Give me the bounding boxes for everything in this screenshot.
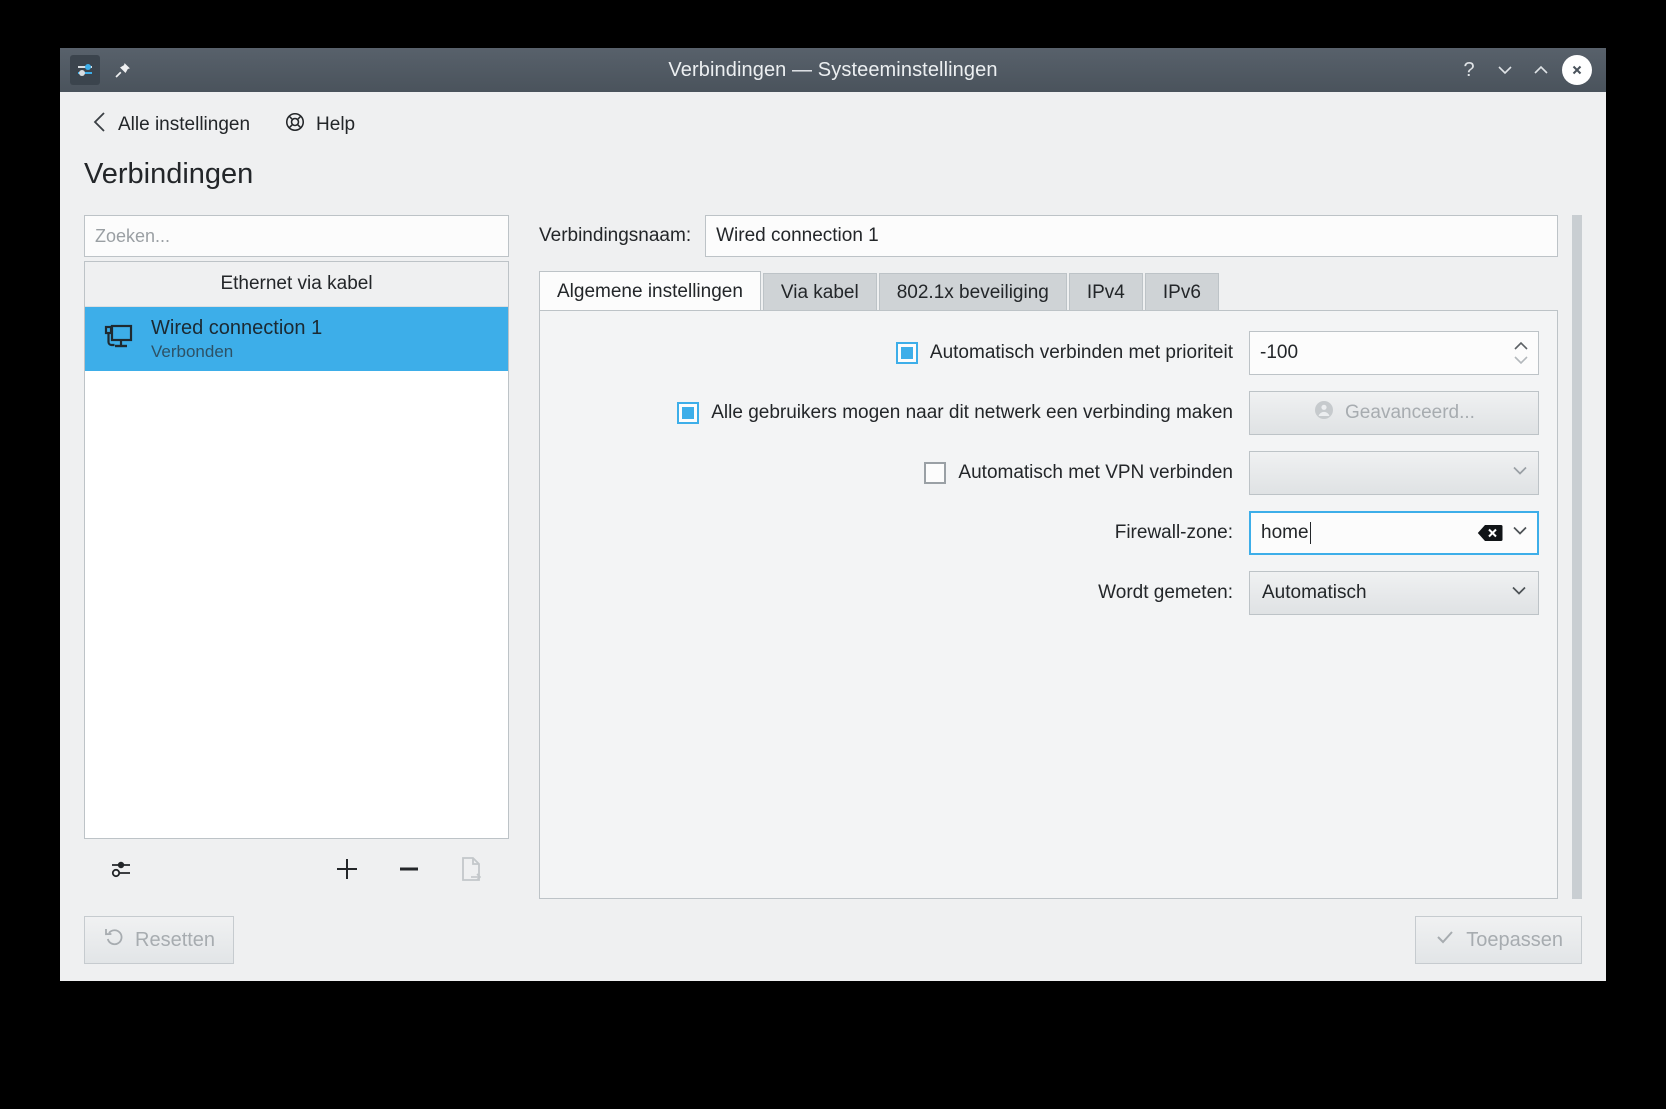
reset-button-label: Resetten [135,928,216,951]
metered-row: Wordt gemeten: Automatisch [558,571,1539,615]
connection-name-label: Verbindingsnaam: [539,225,692,246]
maximize-icon[interactable] [1526,55,1556,85]
export-document-icon [447,847,495,891]
vpn-dropdown [1249,451,1539,495]
help-menu-button[interactable]: Help [276,107,363,143]
sidebar-toolbar [84,839,509,899]
apply-button-label: Toepassen [1466,928,1563,951]
minimize-icon[interactable] [1490,55,1520,85]
vpn-label: Automatisch met VPN verbinden [958,462,1233,483]
metered-dropdown[interactable]: Automatisch [1249,571,1539,615]
text-caret [1309,522,1311,544]
tab-ipv4[interactable]: IPv4 [1068,273,1143,311]
vertical-scrollbar[interactable] [1572,215,1582,899]
tab-bar: Algemene instellingen Via kabel 802.1x b… [539,271,1558,311]
firewall-zone-label: Firewall-zone: [1114,522,1233,543]
settings-sliders-icon [70,55,100,85]
chevron-down-icon [1510,460,1530,486]
lifering-help-icon [284,111,306,139]
user-icon [1313,399,1335,427]
list-item-status: Verbonden [151,342,234,361]
autoconnect-row: Automatisch verbinden met prioriteit -10… [558,331,1539,375]
connection-name-row: Verbindingsnaam: [539,215,1558,257]
list-group-header: Ethernet via kabel [85,262,508,307]
advanced-button: Geavanceerd... [1249,391,1539,435]
scrollbar-thumb[interactable] [1572,215,1582,899]
content-area: Ethernet via kabel Wired connection 1 [60,191,1606,899]
firewall-zone-combobox[interactable]: home [1249,511,1539,555]
connections-sidebar: Ethernet via kabel Wired connection 1 [84,215,509,899]
tab-panel-general: Automatisch verbinden met prioriteit -10… [539,310,1558,899]
breadcrumb: Alle instellingen Help [60,108,1606,142]
priority-value: -100 [1260,342,1299,363]
tab-via-kabel[interactable]: Via kabel [762,273,877,311]
metered-value: Automatisch [1262,582,1367,603]
help-button[interactable]: ? [1454,55,1484,85]
chevron-up-icon [1514,341,1528,350]
check-icon [1434,926,1456,954]
titlebar-left-controls [60,55,136,85]
chevron-down-icon [1508,580,1530,606]
plus-icon[interactable] [323,847,371,891]
all-users-row: Alle gebruikers mogen naar dit netwerk e… [558,391,1539,435]
search-input[interactable] [84,215,509,257]
tab-ipv6[interactable]: IPv6 [1144,273,1219,311]
autoconnect-label: Automatisch verbinden met prioriteit [929,342,1233,363]
page-title: Verbindingen [84,158,254,190]
autoconnect-checkbox[interactable] [895,342,918,364]
close-icon[interactable] [1562,55,1592,85]
back-to-all-settings-button[interactable]: Alle instellingen [84,106,258,144]
wired-network-icon [99,318,137,361]
page-header: Alle instellingen Help Verbindingen [60,92,1606,191]
reset-button: Resetten [84,916,235,964]
help-label: Help [316,114,356,135]
pin-icon[interactable] [108,56,136,84]
chevron-down-icon[interactable] [1509,520,1531,546]
firewall-zone-value: home [1261,522,1309,543]
dialog-footer: Resetten Toepassen [60,899,1606,981]
all-users-checkbox[interactable] [677,402,700,424]
vpn-checkbox[interactable] [924,462,947,484]
list-item[interactable]: Wired connection 1 Verbonden [85,307,508,372]
firewall-zone-input[interactable]: home [1261,522,1477,544]
titlebar-window-controls: ? [1454,55,1606,85]
title-bar: Verbindingen — Systeeminstellingen ? [60,48,1606,92]
all-users-label: Alle gebruikers mogen naar dit netwerk e… [711,402,1233,423]
tab-algemene-instellingen[interactable]: Algemene instellingen [539,271,761,311]
window-title: Verbindingen — Systeeminstellingen [668,58,998,81]
connection-name-input[interactable] [705,215,1558,257]
list-item-title: Wired connection 1 [151,317,323,339]
priority-spinbox[interactable]: -100 [1249,331,1539,375]
minus-icon[interactable] [385,847,433,891]
chevron-left-icon [92,110,108,140]
connection-editor: Verbindingsnaam: Algemene instellingen V… [509,215,1558,899]
vpn-row: Automatisch met VPN verbinden [558,451,1539,495]
firewall-zone-row: Firewall-zone: home [558,511,1539,555]
tab-802-1x-beveiliging[interactable]: 802.1x beveiliging [878,273,1067,311]
undo-icon [103,926,125,954]
advanced-button-label: Geavanceerd... [1345,402,1475,423]
spinbox-arrows[interactable] [1504,332,1538,374]
chevron-down-icon [1514,356,1528,365]
apply-button: Toepassen [1415,916,1582,964]
clear-backspace-icon[interactable] [1477,523,1503,543]
configure-sliders-icon[interactable] [98,847,146,891]
connections-list[interactable]: Ethernet via kabel Wired connection 1 Ve… [84,261,509,839]
back-label: Alle instellingen [118,114,251,135]
settings-window: Verbindingen — Systeeminstellingen ? All… [60,48,1606,981]
metered-label: Wordt gemeten: [1098,582,1233,603]
